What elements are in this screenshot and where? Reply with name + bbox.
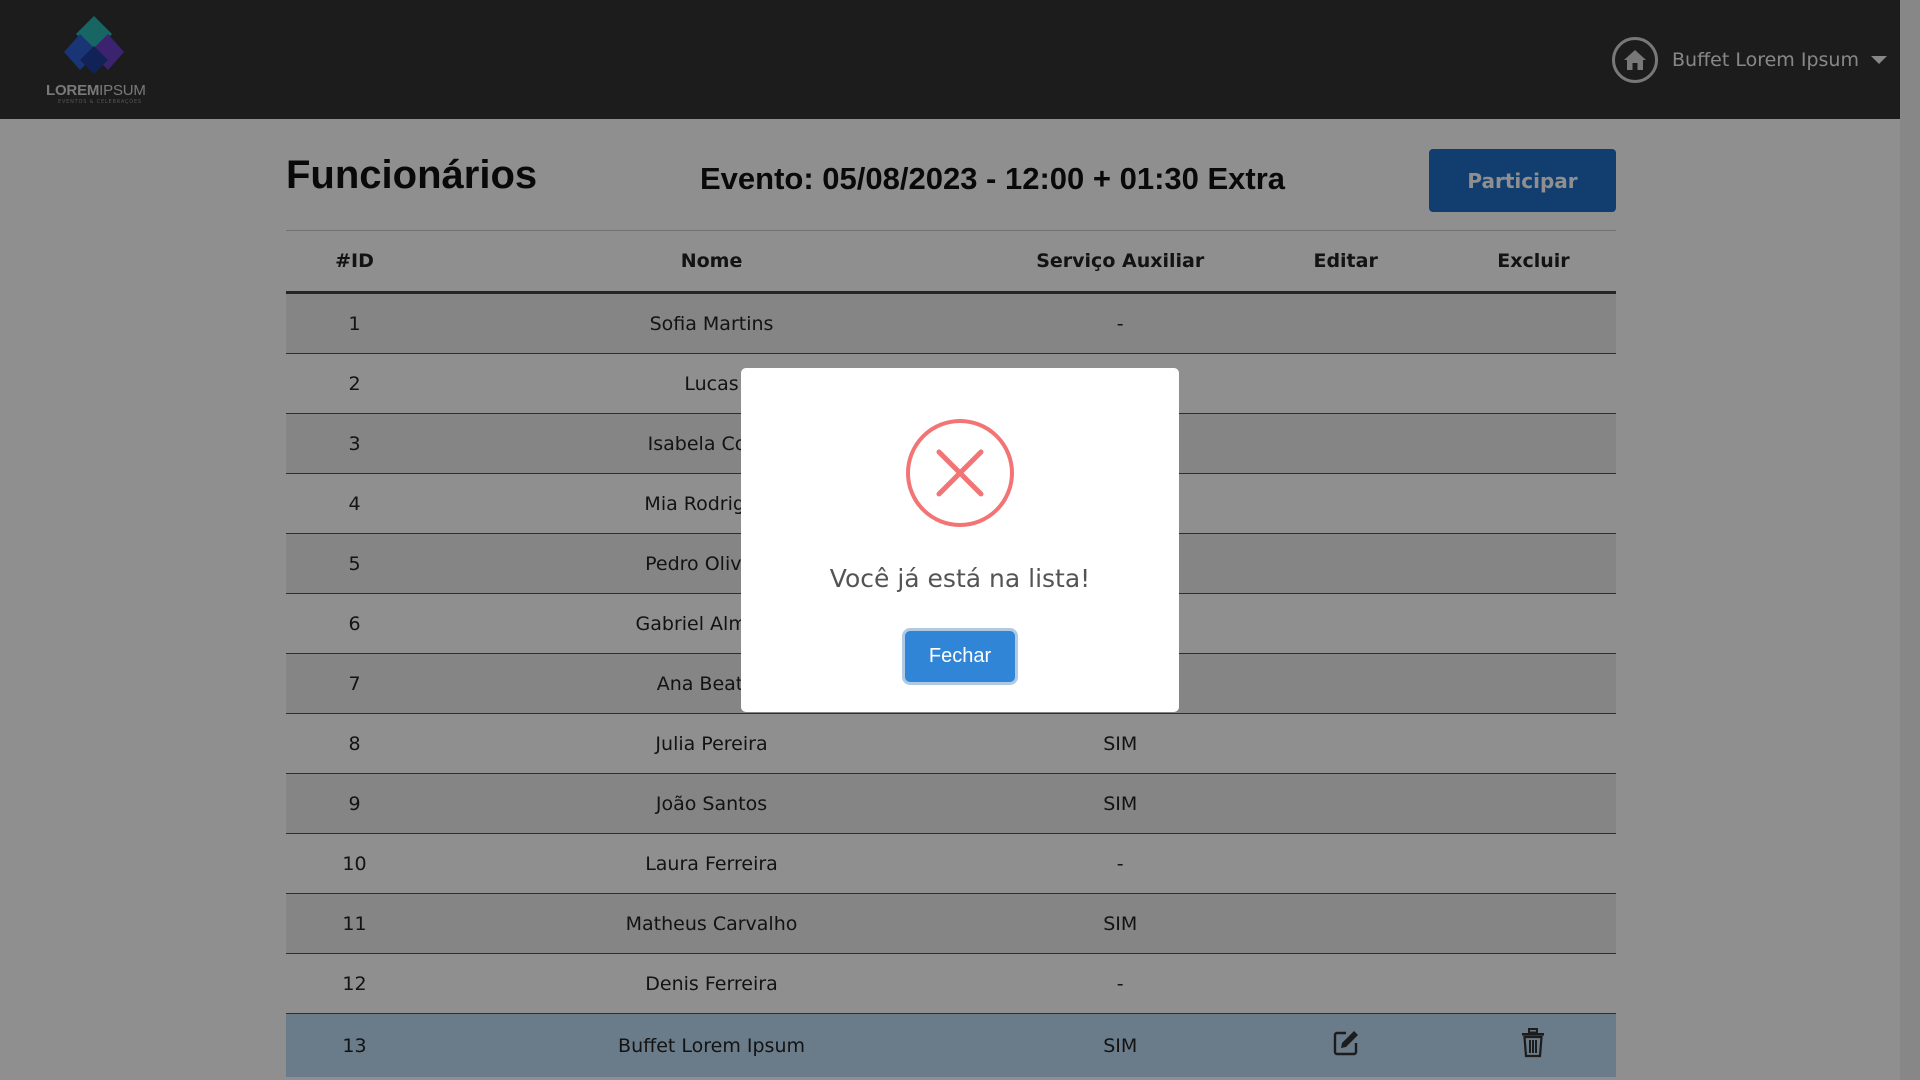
error-x-icon (905, 418, 1015, 528)
alert-message: Você já está na lista! (829, 564, 1091, 593)
alert-dialog: Você já está na lista! Fechar (741, 368, 1179, 712)
fechar-button[interactable]: Fechar (905, 631, 1015, 682)
